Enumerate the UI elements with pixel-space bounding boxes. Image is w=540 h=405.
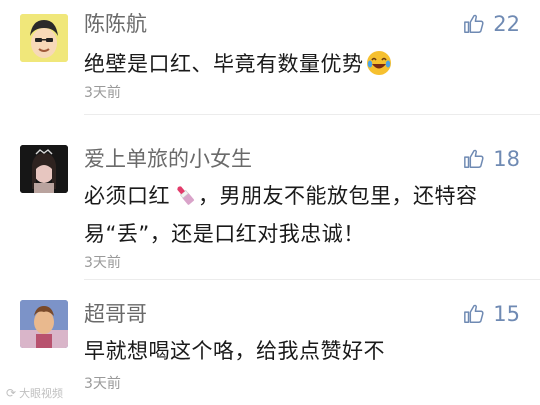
avatar[interactable] [20, 14, 68, 62]
comment-item: 爱上单旅的小女生 18 必须口红 ，男朋友不能放包里，还特容 易“丢”，还是口红… [0, 115, 540, 280]
like-button[interactable]: 22 [463, 10, 520, 38]
comment-text: 绝壁是口红、毕竟有数量优势 [84, 47, 510, 81]
like-count: 22 [493, 12, 520, 36]
username[interactable]: 陈陈航 [84, 10, 147, 38]
watermark: ⟳ 大眼视频 [6, 386, 64, 400]
comment-text-line-2: 易“丢”，还是口红对我忠诚！ [84, 222, 365, 246]
like-count: 15 [493, 302, 520, 326]
comment-text: 早就想喝这个咯，给我点赞好不 [84, 339, 385, 363]
comment-item: 陈陈航 22 绝壁是口红、毕竟有数量优势 3天前 [0, 0, 540, 115]
avatar[interactable] [20, 300, 68, 348]
timestamp: 3天前 [84, 376, 121, 392]
like-count: 18 [493, 147, 520, 171]
like-button[interactable]: 18 [463, 145, 520, 173]
timestamp: 3天前 [84, 255, 121, 271]
comment-item: 超哥哥 15 早就想喝这个咯，给我点赞好不 3天前 [0, 280, 540, 405]
comment-text-line-1: 必须口红 ，男朋友不能放包里，还特容 [84, 184, 478, 208]
timestamp: 3天前 [84, 85, 121, 101]
lipstick-emoji-icon [177, 186, 195, 205]
username[interactable]: 爱上单旅的小女生 [84, 145, 252, 173]
thumbs-up-icon [464, 14, 484, 33]
thumbs-up-icon [464, 149, 484, 168]
thumbs-up-icon [464, 304, 484, 323]
play-icon: ⟳ [6, 386, 17, 400]
crying-laughing-emoji-icon [366, 51, 391, 75]
username[interactable]: 超哥哥 [84, 300, 147, 328]
like-button[interactable]: 15 [463, 300, 520, 328]
comment-text: 必须口红 ，男朋友不能放包里，还特容 易“丢”，还是口红对我忠诚！ [84, 179, 510, 251]
avatar[interactable] [20, 145, 68, 193]
